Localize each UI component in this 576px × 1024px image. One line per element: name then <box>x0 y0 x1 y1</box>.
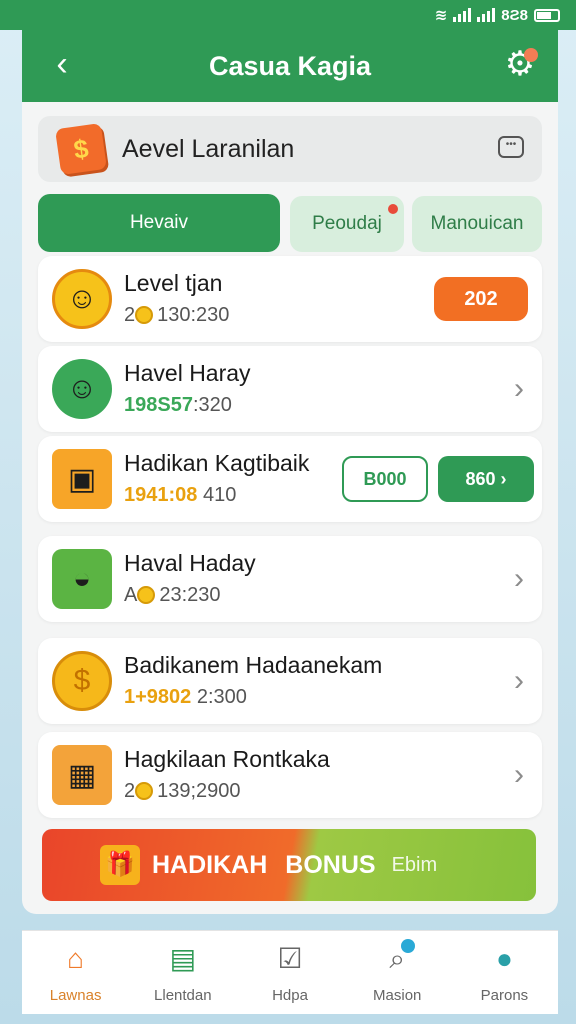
back-arrow-icon[interactable]: ‹ <box>42 44 82 84</box>
item-subtitle: 2 139;2900 <box>124 780 241 803</box>
item-sub-prefix: 2 <box>124 780 136 802</box>
outline-button[interactable]: B000 <box>342 456 428 502</box>
item-title: Badikanem Hadaanekam <box>124 652 383 678</box>
item-sub-prefix: 198S57 <box>124 394 193 416</box>
status-bar: ≋ 8Ƨ8 <box>0 0 576 30</box>
tab-hevaiv[interactable]: Hevaiv <box>38 194 280 252</box>
avatar-icon: ☺ <box>52 269 112 329</box>
banner-word-2: BONUS <box>285 850 376 879</box>
item-subtitle: 1941:08 410 <box>124 484 236 507</box>
nav-label: Masion <box>373 987 422 1004</box>
item-sub-prefix: 2 <box>124 304 136 326</box>
item-sub-value: 410 <box>202 484 237 506</box>
item-sub-prefix: 1941:08 <box>124 484 198 506</box>
wifi-icon: ≋ <box>434 7 448 24</box>
status-time: 8Ƨ8 <box>501 6 528 24</box>
battery-icon <box>534 8 560 22</box>
banner-word-3: Ebim <box>391 853 438 876</box>
home-icon: ⌂ <box>67 943 85 974</box>
coin-icon <box>135 782 154 800</box>
item-title: Hagkilaan Rontkaka <box>124 746 330 772</box>
dollar-coin-icon: $ <box>52 651 112 711</box>
signal-icon <box>453 8 472 22</box>
list-item[interactable]: $ Badikanem Hadaanekam 1+9802 2:300 › <box>38 638 542 724</box>
chat-icon[interactable]: ••• <box>498 136 524 158</box>
list-item[interactable]: ☺ Level tjan 2 130:230 202 <box>38 256 542 342</box>
notification-dot <box>400 939 415 953</box>
item-sub-prefix: A <box>124 584 138 606</box>
tab-manouican[interactable]: Manouican <box>412 196 542 252</box>
avatar-icon: ☺ <box>52 359 112 419</box>
tab-label: Peoudaj <box>312 213 382 234</box>
item-subtitle: A 23:230 <box>124 584 221 607</box>
bonus-banner[interactable]: 🎁 HADIKAH BONUS Ebim <box>42 829 536 901</box>
profile-card[interactable]: $ Aevel Laranilan ••• <box>38 116 542 182</box>
item-subtitle: 198S57:320 <box>124 394 232 417</box>
gift-icon: 🎁 <box>100 845 140 885</box>
dollar-badge-icon: $ <box>55 123 107 175</box>
item-sub-value: 139;2900 <box>157 780 241 802</box>
nav-label: Parons <box>480 987 529 1004</box>
chevron-right-icon[interactable]: › <box>514 664 524 698</box>
app-header: ‹ Casua Kagia ⚙ <box>22 30 558 102</box>
item-title: Hadikan Kagtibaik <box>124 450 310 476</box>
nav-item-hdpa[interactable]: ☑ Hdpa <box>236 931 343 1014</box>
chevron-right-icon[interactable]: › <box>514 758 524 792</box>
nav-item-llentdan[interactable]: ▤ Llentdan <box>129 931 236 1014</box>
main-panel: $ Aevel Laranilan ••• Hevaiv Peoudaj Man… <box>22 102 558 914</box>
list-icon: ▤ <box>169 943 197 974</box>
page-title: Casua Kagia <box>208 50 372 81</box>
tab-peoudaj[interactable]: Peoudaj <box>290 196 404 252</box>
notification-dot <box>388 204 398 214</box>
item-subtitle: 1+9802 2:300 <box>124 686 247 709</box>
primary-button[interactable]: 860 › <box>438 456 534 502</box>
value-button[interactable]: 202 <box>434 277 528 321</box>
item-sub-prefix: 1+9802 <box>124 686 192 708</box>
item-sub-value: 130:230 <box>157 304 230 326</box>
coin-icon <box>137 586 156 604</box>
signal-icon-2 <box>477 8 496 22</box>
chevron-right-icon[interactable]: › <box>514 562 524 596</box>
treasure-box-icon: ▣ <box>52 449 112 509</box>
item-title: Haval Haday <box>124 550 256 576</box>
tab-bar: Hevaiv Peoudaj Manouican <box>38 194 542 254</box>
gift-box-icon: ▦ <box>52 745 112 805</box>
chevron-right-icon[interactable]: › <box>514 372 524 406</box>
item-subtitle: 2 130:230 <box>124 304 229 327</box>
nav-label: Hdpa <box>272 987 308 1004</box>
list-item[interactable]: ▣ Hadikan Kagtibaik 1941:08 410 B000 860… <box>38 436 542 522</box>
item-sub-value: 23:230 <box>159 584 221 606</box>
nav-item-parons[interactable]: ● Parons <box>451 931 558 1014</box>
list-item[interactable]: ◒ Haval Haday A 23:230 › <box>38 536 542 622</box>
list-item[interactable]: ▦ Hagkilaan Rontkaka 2 139;2900 › <box>38 732 542 818</box>
item-title: Level tjan <box>124 270 223 296</box>
item-sub-value: :320 <box>192 394 232 416</box>
item-title: Havel Haray <box>124 360 251 386</box>
gear-icon[interactable]: ⚙ <box>500 44 540 84</box>
profile-name: Aevel Laranilan <box>122 134 295 163</box>
coin-basket-icon: ◒ <box>52 549 112 609</box>
list-item[interactable]: ☺ Havel Haray 198S57:320 › <box>38 346 542 432</box>
bottom-navigation: ⌂ Lawnas ▤ Llentdan ☑ Hdpa ⌕ Masion ● Pa… <box>22 930 558 1014</box>
nav-label: Lawnas <box>49 987 102 1004</box>
nav-item-lawnas[interactable]: ⌂ Lawnas <box>22 931 129 1014</box>
item-sub-value: 2:300 <box>196 686 247 708</box>
nav-item-masion[interactable]: ⌕ Masion <box>344 931 451 1014</box>
notification-dot <box>524 48 538 62</box>
banner-word-1: HADIKAH <box>152 850 268 879</box>
nav-label: Llentdan <box>154 987 212 1004</box>
person-icon: ● <box>495 943 513 974</box>
coin-icon <box>135 306 154 324</box>
checklist-icon: ☑ <box>277 943 303 974</box>
